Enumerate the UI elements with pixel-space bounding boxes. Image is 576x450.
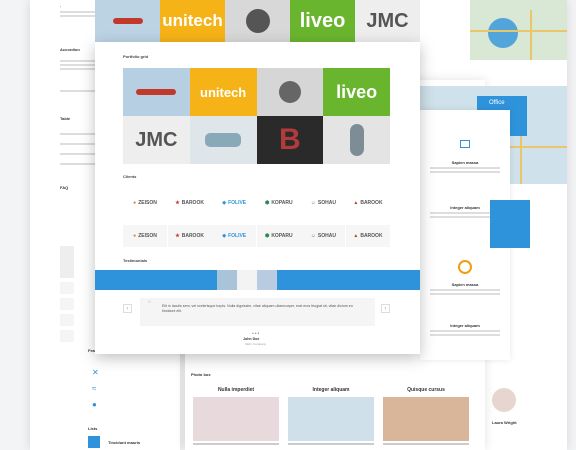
portfolio-item-letter-b[interactable]: B	[256, 116, 324, 164]
liveo-tile: liveo	[290, 0, 355, 42]
testimonial-avatars	[217, 270, 277, 290]
people-icon: ☺	[310, 200, 316, 206]
quote-icon: “	[148, 299, 151, 309]
hex-icon: ⬢	[264, 233, 270, 239]
palette-icon: ●	[92, 400, 97, 409]
person-avatar	[492, 388, 516, 412]
client-logo[interactable]: ⬢ KOPARU	[256, 225, 301, 247]
photo-box-section: Photo box Nulla imperdiet Integer aliqua…	[185, 368, 485, 450]
tools-icon: ✕	[92, 368, 99, 377]
client-logo[interactable]: ☺ SOHAU	[301, 192, 345, 214]
wifi-icon: ≈	[92, 384, 97, 393]
food-image	[383, 397, 469, 441]
hex-icon: ⬢	[264, 200, 270, 206]
service-item: Sapien massa	[420, 260, 510, 297]
people-icon: ☺	[310, 233, 316, 239]
jmc-tile: JMC	[355, 0, 420, 42]
list-icon-box	[88, 436, 100, 448]
avatar[interactable]	[257, 270, 277, 290]
top-tile-strip: unitech liveo JMC	[95, 0, 420, 42]
client-logo[interactable]: ★ BAROOK	[167, 225, 212, 247]
client-logo[interactable]: ▲ BAROOK	[345, 225, 390, 247]
house-icon: ▲	[353, 200, 359, 206]
testimonials-title: Testimonials	[123, 258, 148, 263]
next-arrow-icon[interactable]: ›	[381, 304, 390, 313]
leaf-icon: ◆	[222, 200, 227, 206]
client-logo[interactable]: ◆ FOLIVE	[212, 192, 256, 214]
faq-number-col	[60, 246, 74, 278]
clients-row: ● ZEISON ★ BAROOK ◆ FOLIVE ⬢ KOPARU ☺ SOHAU ▲…	[123, 192, 390, 214]
clients-row: ● ZEISON ★ BAROOK ◆ FOLIVE ⬢ KOPARU ☺ SOHAU ▲…	[123, 225, 390, 247]
star-icon: ★	[175, 200, 180, 206]
portfolio-item-jmc[interactable]: JMC	[123, 116, 190, 164]
client-logo[interactable]: ▲ BAROOK	[346, 192, 390, 214]
portfolio-item-unitech[interactable]: unitech	[189, 68, 257, 116]
client-logo[interactable]: ⬢ KOPARU	[257, 192, 301, 214]
person-name: Laura Wright	[492, 420, 517, 425]
photo-box-title: Photo box	[191, 372, 211, 377]
orchid-image	[193, 397, 279, 441]
testimonial-quote: “ Elit in iaculis sem, vel scelerisque t…	[140, 298, 375, 326]
photo-box-item[interactable]: Integer aliquam	[288, 387, 374, 445]
team-photo	[490, 200, 530, 248]
photo-box-item[interactable]: Nulla imperdiet	[193, 387, 279, 445]
monitor-icon	[460, 140, 470, 148]
portfolio-item-car[interactable]	[189, 116, 257, 164]
room-image	[288, 397, 374, 441]
plane-tile	[95, 0, 160, 42]
front-page: Portfolio grid unitech liveo JMC B Clien…	[95, 42, 420, 354]
prev-arrow-icon[interactable]: ‹	[123, 304, 132, 313]
photo-box-item[interactable]: Quisque cursus	[383, 387, 469, 445]
client-logo[interactable]: ◆ FOLIVE	[212, 225, 257, 247]
portfolio-grid-title: Portfolio grid	[123, 54, 149, 59]
lists-heading: Lists	[88, 426, 98, 431]
portfolio-item-liveo[interactable]: liveo	[323, 68, 390, 116]
star-icon: ★	[175, 233, 180, 239]
client-logo[interactable]: ★ BAROOK	[168, 192, 212, 214]
client-logo[interactable]: ● ZEISON	[123, 225, 167, 247]
portfolio-item-sculpture[interactable]	[323, 116, 390, 164]
list-item-title: Tincidunt mauris	[108, 440, 141, 445]
portfolio-grid: unitech liveo JMC B	[123, 68, 390, 164]
clients-title: Clients	[123, 174, 137, 179]
portfolio-item-plane[interactable]	[123, 68, 190, 116]
client-mark-icon: ●	[133, 200, 137, 206]
service-item: Sapien massa	[420, 140, 510, 175]
testimonial-author-role: CEO, Company	[245, 342, 267, 346]
avatar[interactable]	[217, 270, 237, 290]
unitech-tile: unitech	[160, 0, 225, 42]
leaf-icon: ◆	[222, 233, 227, 239]
client-mark-icon: ●	[133, 233, 137, 239]
service-item: Integer aliquam	[420, 320, 510, 338]
portfolio-item-explosion[interactable]	[256, 68, 324, 116]
client-logo[interactable]: ● ZEISON	[123, 192, 167, 214]
client-logo[interactable]: ☺ SOHAU	[301, 225, 346, 247]
clients-list: ● ZEISON ★ BAROOK ◆ FOLIVE ⬢ KOPARU ☺ SOHAU ▲…	[123, 192, 390, 258]
testimonial-author: John Doe	[243, 337, 260, 341]
team-panel	[490, 200, 530, 248]
house-icon: ▲	[353, 233, 359, 239]
machine-tile	[225, 0, 290, 42]
avatar[interactable]	[237, 270, 257, 290]
headset-icon	[458, 260, 472, 274]
map-top[interactable]	[470, 0, 567, 60]
